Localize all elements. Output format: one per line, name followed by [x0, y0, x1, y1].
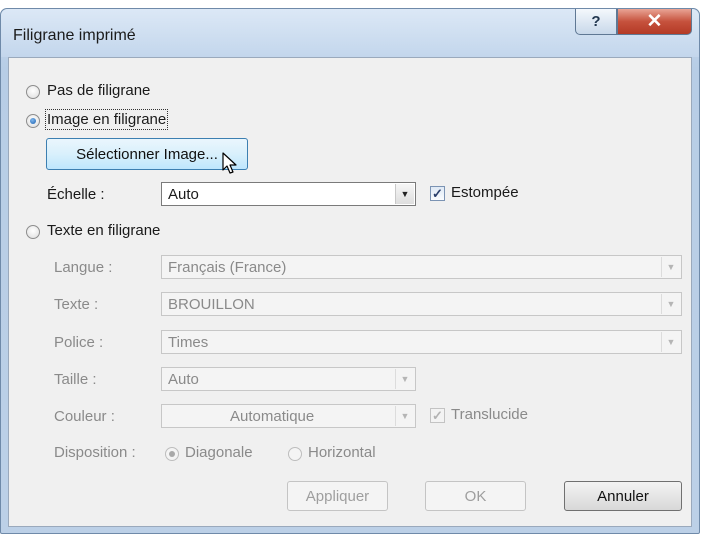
text-label: Texte : — [54, 296, 99, 313]
washout-checkbox[interactable]: ✓ — [430, 186, 445, 201]
font-label: Police : — [54, 334, 104, 351]
close-button[interactable]: ✕ — [617, 9, 692, 35]
check-icon: ✓ — [432, 407, 443, 423]
chevron-down-icon[interactable]: ▼ — [661, 257, 680, 277]
chevron-down-icon[interactable]: ▼ — [395, 369, 414, 389]
font-dropdown[interactable]: Times ▼ — [161, 330, 682, 354]
color-label: Couleur : — [54, 408, 115, 425]
language-label: Langue : — [54, 259, 113, 276]
picture-watermark-radio[interactable] — [26, 114, 40, 128]
chevron-down-icon[interactable]: ▼ — [661, 332, 680, 352]
cancel-label: Annuler — [597, 487, 649, 505]
size-label: Taille : — [54, 371, 97, 388]
no-watermark-radio[interactable] — [26, 85, 40, 99]
scale-value: Auto — [168, 186, 199, 203]
no-watermark-label[interactable]: Pas de filigrane — [47, 82, 150, 99]
language-dropdown[interactable]: Français (France) ▼ — [161, 255, 682, 279]
text-watermark-radio[interactable] — [26, 225, 40, 239]
layout-diagonal-label[interactable]: Diagonale — [185, 444, 253, 461]
size-value: Auto — [168, 371, 199, 388]
help-icon: ? — [591, 13, 601, 30]
dialog-title: Filigrane imprimé — [13, 27, 136, 44]
text-value: BROUILLON — [168, 296, 255, 313]
ok-button[interactable]: OK — [425, 481, 526, 511]
text-watermark-label[interactable]: Texte en filigrane — [47, 222, 160, 239]
dialog-body: Pas de filigrane Image en filigrane Séle… — [8, 57, 692, 527]
washout-label[interactable]: Estompée — [451, 184, 519, 201]
chevron-down-icon[interactable]: ▼ — [395, 184, 414, 204]
semitransparent-label[interactable]: Translucide — [451, 406, 528, 423]
apply-button[interactable]: Appliquer — [287, 481, 388, 511]
layout-diagonal-radio[interactable] — [165, 447, 179, 461]
semitransparent-checkbox[interactable]: ✓ — [430, 408, 445, 423]
chevron-down-icon[interactable]: ▼ — [661, 294, 680, 314]
scale-dropdown[interactable]: Auto ▼ — [161, 182, 416, 206]
text-combobox[interactable]: BROUILLON ▼ — [161, 292, 682, 316]
layout-label: Disposition : — [54, 444, 136, 461]
layout-horizontal-radio[interactable] — [288, 447, 302, 461]
color-dropdown[interactable]: Automatique ▼ — [161, 404, 416, 428]
picture-watermark-label[interactable]: Image en filigrane — [44, 109, 169, 130]
title-bar[interactable]: Filigrane imprimé ? ✕ — [1, 9, 699, 57]
scale-label: Échelle : — [47, 186, 105, 203]
check-icon: ✓ — [432, 185, 443, 201]
help-button[interactable]: ? — [575, 9, 617, 35]
chevron-down-icon[interactable]: ▼ — [395, 406, 414, 426]
mouse-pointer-icon — [222, 152, 237, 174]
size-dropdown[interactable]: Auto ▼ — [161, 367, 416, 391]
language-value: Français (France) — [168, 259, 287, 276]
color-value: Automatique — [230, 408, 315, 425]
select-picture-label: Sélectionner Image... — [76, 145, 218, 163]
close-icon: ✕ — [646, 11, 663, 32]
apply-label: Appliquer — [305, 487, 370, 505]
cancel-button[interactable]: Annuler — [564, 481, 682, 511]
font-value: Times — [168, 334, 209, 351]
dialog-window: Filigrane imprimé ? ✕ Pas de filigrane I… — [0, 8, 700, 534]
layout-horizontal-label[interactable]: Horizontal — [308, 444, 376, 461]
select-picture-button[interactable]: Sélectionner Image... — [46, 138, 248, 170]
ok-label: OK — [464, 487, 487, 505]
